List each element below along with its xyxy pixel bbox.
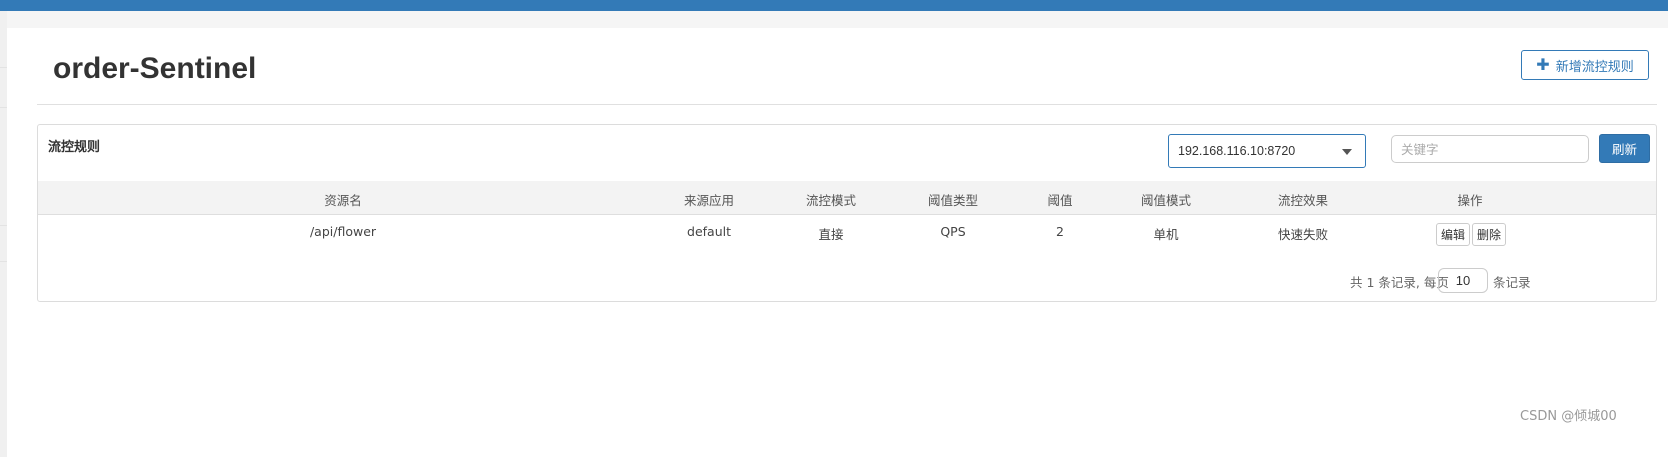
panel-heading: 流控规则 xyxy=(48,140,101,155)
column-header-grade: 阈值类型 xyxy=(927,193,979,208)
table-header: 资源名 来源应用 流控模式 阈值类型 阈值 阈值模式 流控效果 操作 xyxy=(38,181,1656,215)
pagination-summary: 共 1 条记录, 每页 xyxy=(1350,275,1449,290)
flow-rules-panel: 流控规则 192.168.116.10:8720 刷新 资源名 来源应用 流控模… xyxy=(37,124,1657,302)
main-content: order-Sentinel ✚ 新增流控规则 流控规则 192.168.116… xyxy=(7,28,1668,457)
top-navbar xyxy=(0,0,1668,11)
cell-strategy: 直接 xyxy=(818,227,844,242)
column-header-strategy: 流控模式 xyxy=(805,193,857,208)
delete-button[interactable]: 删除 xyxy=(1472,223,1506,246)
machine-select-value: 192.168.116.10:8720 xyxy=(1178,144,1296,158)
sidebar-divider xyxy=(0,107,7,108)
add-flow-rule-button[interactable]: ✚ 新增流控规则 xyxy=(1521,50,1649,80)
column-header-resource: 资源名 xyxy=(324,193,362,208)
sidebar-divider xyxy=(0,225,7,226)
sidebar-divider xyxy=(0,67,7,68)
cell-count: 2 xyxy=(1056,224,1064,239)
cell-cluster-mode: 单机 xyxy=(1153,227,1179,242)
title-divider xyxy=(37,104,1657,105)
watermark: CSDN @倾城00 xyxy=(1520,409,1617,424)
keyword-search-input[interactable] xyxy=(1391,135,1589,163)
edit-button[interactable]: 编辑 xyxy=(1436,223,1470,246)
column-header-count: 阈值 xyxy=(1047,193,1073,208)
column-header-control-behavior: 流控效果 xyxy=(1277,193,1329,208)
add-flow-rule-label: 新增流控规则 xyxy=(1555,59,1634,75)
chevron-down-icon xyxy=(1342,149,1352,155)
page-title: order-Sentinel xyxy=(53,52,257,85)
column-header-operations: 操作 xyxy=(1457,193,1483,208)
sidebar-strip xyxy=(0,11,7,457)
cell-grade: QPS xyxy=(940,224,966,239)
cell-control-behavior: 快速失败 xyxy=(1277,227,1329,242)
cell-limit-app: default xyxy=(687,224,731,239)
table-row: /api/flower default 直接 QPS 2 单机 快速失败 编辑 … xyxy=(38,216,1656,256)
page-size-input[interactable]: 10 xyxy=(1438,268,1488,293)
machine-select[interactable]: 192.168.116.10:8720 xyxy=(1168,134,1366,168)
column-header-cluster-mode: 阈值模式 xyxy=(1140,193,1192,208)
pagination-suffix: 条记录 xyxy=(1493,275,1531,290)
sidebar-divider xyxy=(0,261,7,262)
cell-resource: /api/flower xyxy=(309,224,377,239)
refresh-button[interactable]: 刷新 xyxy=(1599,134,1650,163)
column-header-limit-app: 来源应用 xyxy=(683,193,735,208)
plus-icon: ✚ xyxy=(1536,55,1550,74)
